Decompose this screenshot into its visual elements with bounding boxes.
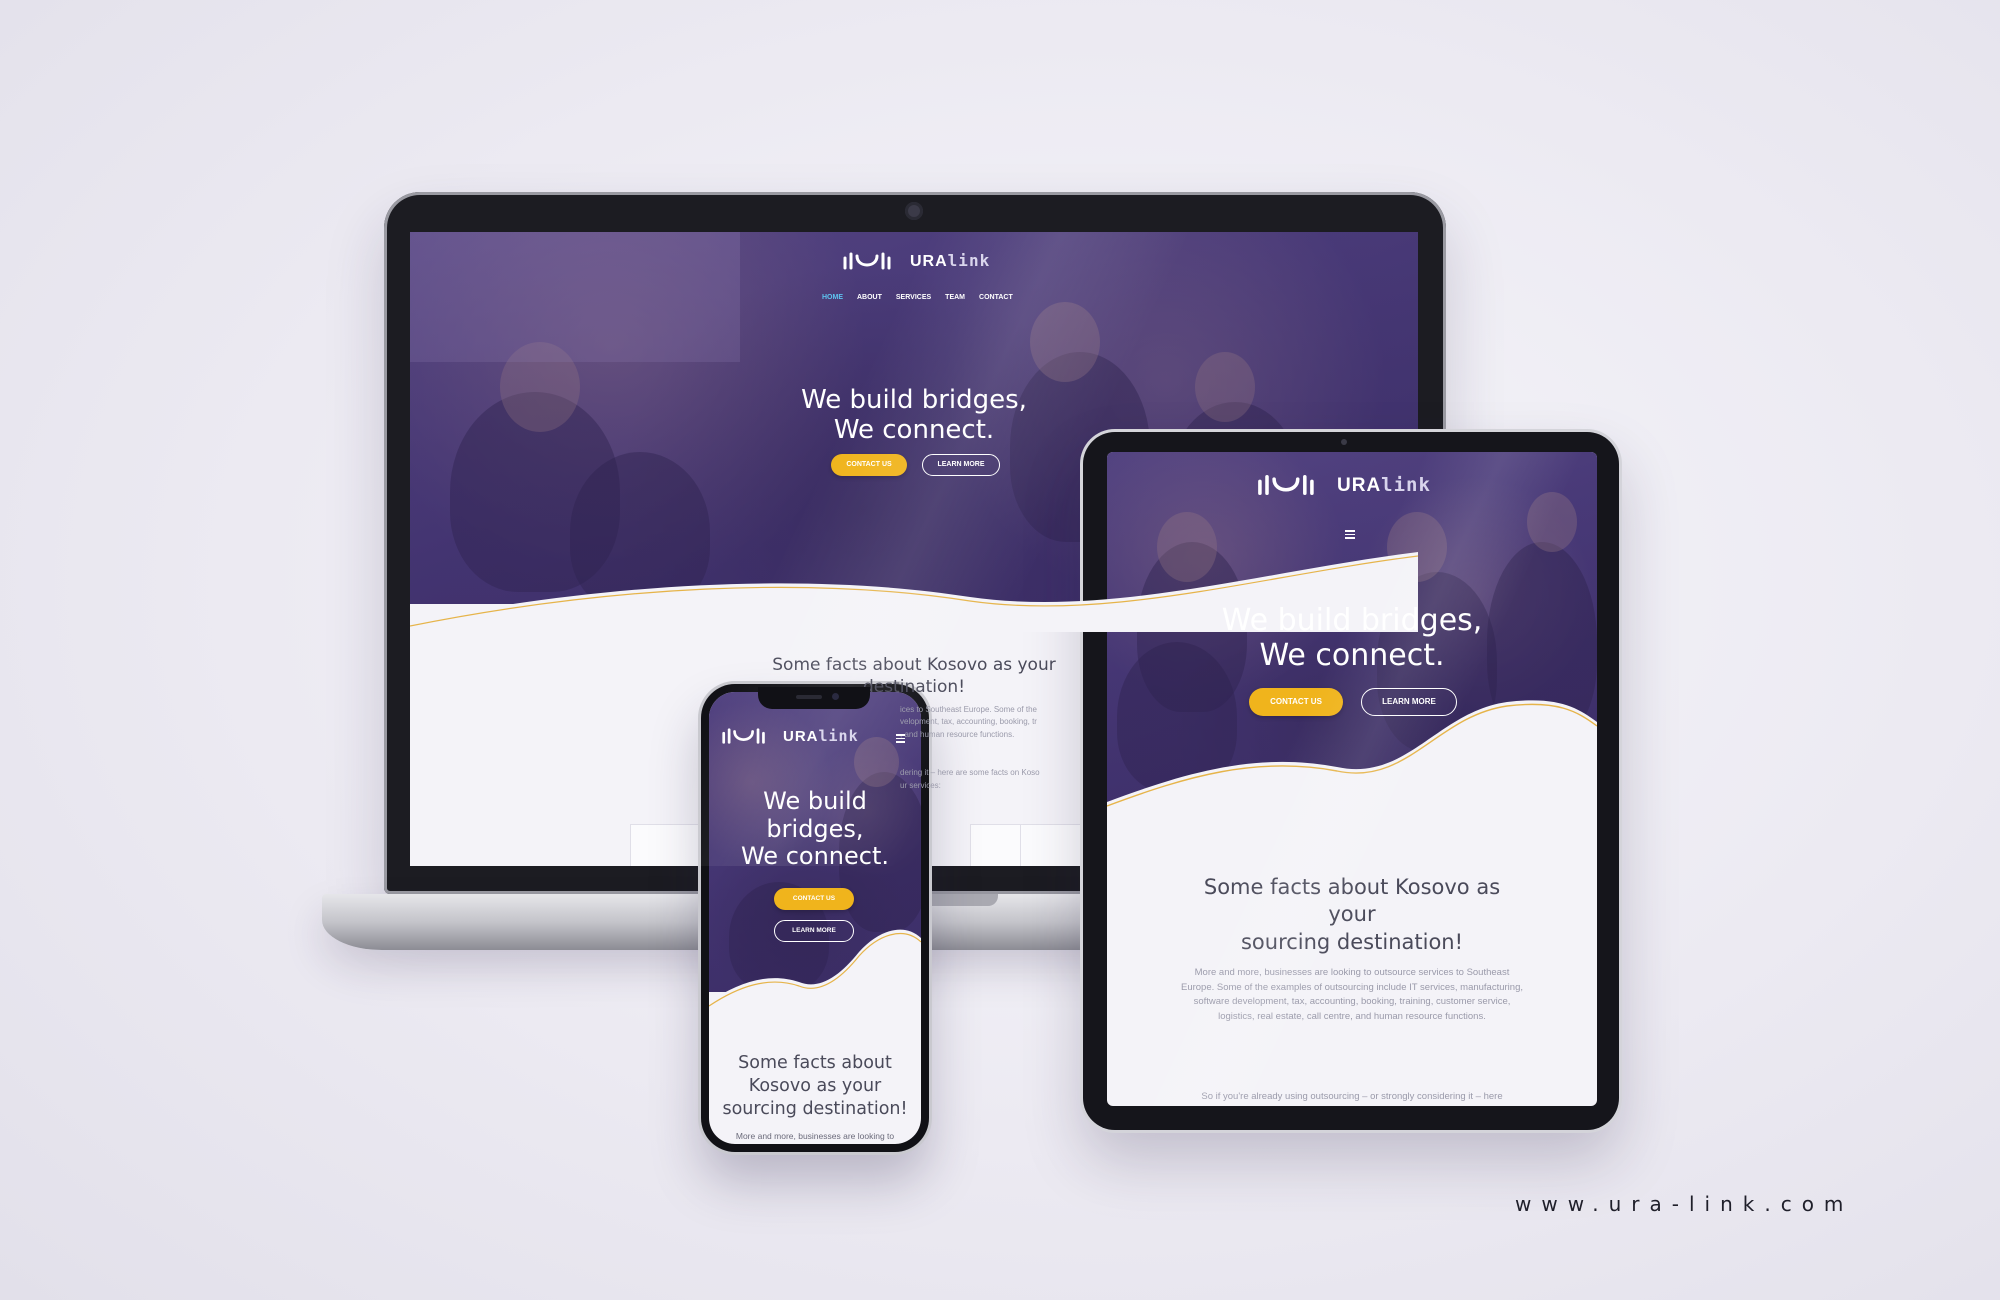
laptop-hero-title: We build bridges, We connect.: [664, 385, 1164, 446]
tablet-facts-body: More and more, businesses are looking to…: [1180, 967, 1523, 1023]
hero-title-line2: bridges,: [766, 814, 864, 843]
facts-line1: Some facts about Kosovo as: [1203, 875, 1501, 899]
tablet-screen: URAlink We build bridges, We connect. CO…: [1107, 452, 1597, 1106]
facts-line2: destination!: [862, 677, 966, 698]
facts-line2: Kosovo as your: [748, 1075, 882, 1096]
hero-title-line1: We build bridges,: [1221, 603, 1483, 638]
phone-facts-body: More and more, businesses are looking to: [735, 1131, 895, 1141]
logo-suffix: link: [1381, 473, 1431, 496]
uralink-logo-icon: [1258, 474, 1314, 496]
learn-more-button[interactable]: LEARN MORE: [922, 454, 1000, 476]
hero-title-line1: We build bridges,: [801, 385, 1027, 415]
main-nav: HOME ABOUT SERVICES TEAM CONTACT: [822, 294, 1013, 301]
learn-more-button[interactable]: LEARN MORE: [774, 920, 854, 942]
laptop-logo[interactable]: URAlink: [842, 250, 990, 272]
laptop-body-line1: ices to Southeast Europe. Some of the: [900, 705, 1037, 714]
website-url: www.ura-link.com: [1515, 1192, 1854, 1216]
uralink-logo-icon: [843, 252, 891, 270]
logo-suffix: link: [818, 727, 859, 745]
tablet-facts-heading: Some facts about Kosovo as your sourcing…: [1152, 874, 1552, 956]
laptop-camera-icon: [905, 202, 923, 220]
laptop-body-line5: ur services:: [900, 780, 941, 790]
nav-item-home[interactable]: HOME: [822, 294, 843, 301]
facts-line1: Some facts about Kosovo as your: [772, 655, 1056, 675]
hero-title-line1: We build: [763, 787, 867, 815]
tablet-camera-icon: [1341, 439, 1347, 445]
contact-us-button[interactable]: CONTACT US: [831, 454, 907, 476]
contact-us-button[interactable]: CONTACT US: [774, 888, 854, 910]
logo-prefix: URA: [783, 728, 819, 745]
nav-item-services[interactable]: SERVICES: [896, 294, 931, 301]
laptop-facts-heading: Some facts about Kosovo as your destinat…: [664, 654, 1164, 698]
logo-prefix: URA: [1337, 474, 1382, 496]
logo-suffix: link: [947, 251, 991, 270]
hamburger-menu-icon[interactable]: [1345, 530, 1355, 539]
facts-line3: sourcing destination!: [722, 1098, 908, 1119]
facts-line2: your: [1328, 902, 1376, 927]
contact-us-button[interactable]: CONTACT US: [1249, 688, 1343, 716]
learn-more-button[interactable]: LEARN MORE: [1361, 688, 1457, 716]
facts-line3: sourcing destination!: [1240, 929, 1464, 954]
nav-item-team[interactable]: TEAM: [945, 294, 965, 301]
hero-title-line3: We connect.: [740, 842, 890, 871]
nav-item-contact[interactable]: CONTACT: [979, 294, 1013, 301]
phone-screen: URAlink We build bridges, We connect. CO…: [709, 692, 921, 1144]
phone-hero-title: We build bridges, We connect.: [715, 787, 915, 871]
laptop-body-line3: , and human resource functions.: [900, 729, 1015, 739]
hero-title-line2: We connect.: [833, 414, 995, 445]
facts-line1: Some facts about: [738, 1053, 892, 1073]
phone-facts-heading: Some facts about Kosovo as your sourcing…: [715, 1052, 915, 1120]
phone-logo[interactable]: URAlink: [721, 726, 859, 746]
laptop-body-line4: dering it – here are some facts on Koso: [900, 768, 1040, 778]
tablet-facts-body-2: So if you're already using outsourcing –…: [1201, 1091, 1503, 1102]
hamburger-menu-icon[interactable]: [896, 734, 905, 743]
tablet-hero-title: We build bridges, We connect.: [1152, 603, 1552, 673]
laptop-facts-body: ices to Southeast Europe. Some of the ve…: [900, 704, 1140, 792]
tablet-logo[interactable]: URAlink: [1255, 472, 1431, 498]
hero-title-line2: We connect.: [1259, 637, 1445, 673]
nav-item-about[interactable]: ABOUT: [857, 294, 882, 301]
laptop-card-3: [1020, 824, 1092, 866]
phone-notch: [758, 687, 870, 709]
tablet-hero-wave: [1107, 700, 1597, 832]
laptop-body-line2: velopment, tax, accounting, booking, tr: [900, 717, 1037, 727]
uralink-logo-icon: [722, 728, 765, 744]
logo-prefix: URA: [910, 253, 948, 270]
